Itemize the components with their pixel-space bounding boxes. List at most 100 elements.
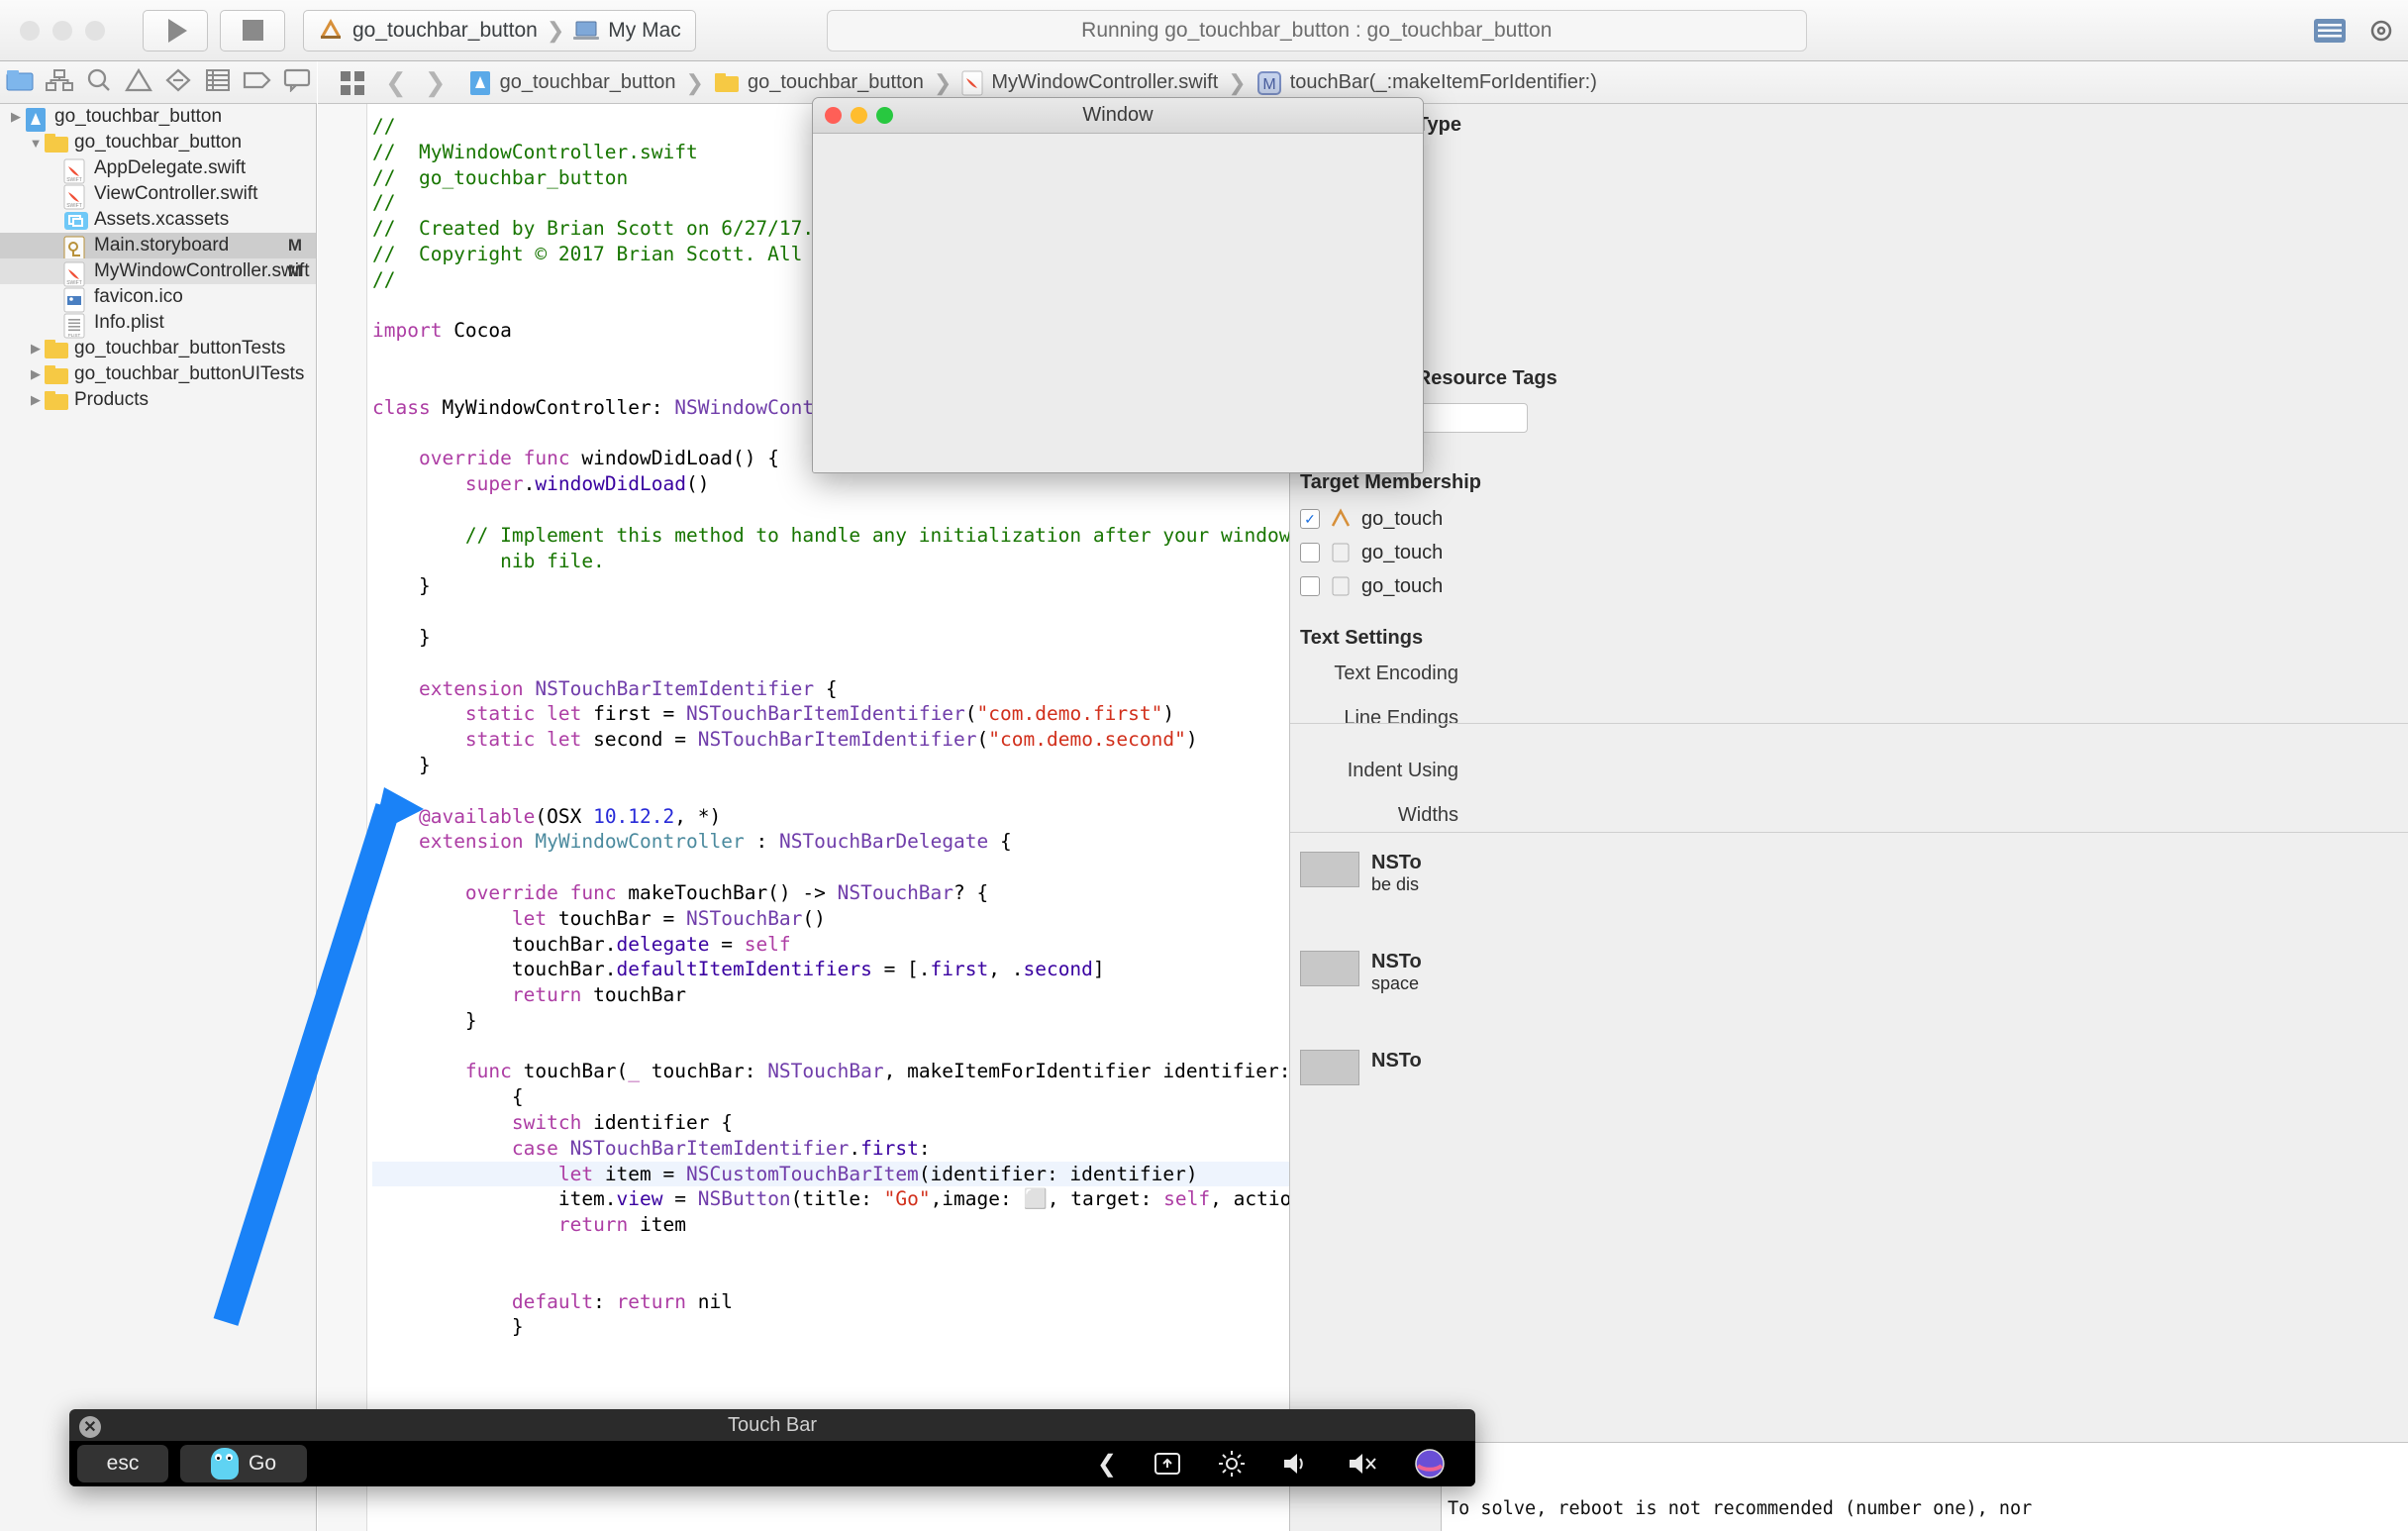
disclosure-triangle[interactable]: ▶: [28, 366, 44, 382]
code-line[interactable]: [372, 778, 1289, 804]
breadcrumb-item-0[interactable]: go_touchbar_button: [468, 70, 676, 96]
code-line[interactable]: touchBar.defaultItemIdentifiers = [.firs…: [372, 957, 1289, 982]
checkbox-unchecked[interactable]: [1300, 543, 1320, 562]
code-line[interactable]: let touchBar = NSTouchBar(): [372, 906, 1289, 932]
code-line[interactable]: [372, 599, 1289, 625]
navigator-list[interactable]: ▶ go_touchbar_button ▼ go_touchbar_button SW…: [0, 104, 316, 413]
chevron-right-icon[interactable]: ❯: [425, 67, 447, 98]
code-line[interactable]: override func makeTouchBar() -> NSTouchB…: [372, 880, 1289, 906]
zoom-button[interactable]: [85, 20, 105, 41]
siri-icon[interactable]: [1414, 1448, 1446, 1480]
navigator-row[interactable]: SWIFT AppDelegate.swift: [0, 155, 316, 184]
navigator-row[interactable]: Assets.xcassets: [0, 207, 316, 233]
debug-console[interactable]: To solve, reboot is not recommended (num…: [1441, 1442, 2408, 1531]
run-button[interactable]: [143, 9, 208, 51]
code-line[interactable]: // Implement this method to handle any i…: [372, 523, 1289, 549]
esc-key[interactable]: esc: [77, 1445, 168, 1482]
list-icon[interactable]: [198, 68, 238, 97]
library-item-0[interactable]: NSTo be dis: [1290, 842, 1432, 905]
close-icon[interactable]: ✕: [79, 1416, 101, 1438]
volume-icon[interactable]: [1281, 1451, 1311, 1477]
expand-icon[interactable]: [1153, 1451, 1182, 1477]
related-items-icon[interactable]: [340, 70, 367, 96]
code-line[interactable]: static let first = NSTouchBarItemIdentif…: [372, 701, 1289, 727]
go-button[interactable]: Go: [180, 1445, 307, 1482]
code-line[interactable]: func touchBar(_ touchBar: NSTouchBar, ma…: [372, 1059, 1289, 1084]
target-member-row-0[interactable]: ✓ go_touch: [1290, 502, 2408, 536]
code-line[interactable]: switch identifier {: [372, 1110, 1289, 1136]
code-line[interactable]: }: [372, 625, 1289, 651]
library-item-1[interactable]: NSTo space: [1290, 941, 1432, 1004]
touch-bar-strip[interactable]: esc Go ❮: [69, 1441, 1475, 1486]
inspector-row-line-endings[interactable]: Line Endings: [1290, 702, 2408, 735]
brightness-icon[interactable]: [1218, 1450, 1246, 1478]
code-line[interactable]: }: [372, 1314, 1289, 1340]
mute-icon[interactable]: [1347, 1451, 1378, 1477]
navigator-toolbar[interactable]: [0, 61, 317, 104]
app-window[interactable]: Window: [812, 97, 1424, 473]
toolbar-right-controls[interactable]: [2313, 18, 2394, 44]
chevron-left-icon[interactable]: ❮: [1097, 1450, 1117, 1479]
library-item-2[interactable]: NSTo: [1290, 1040, 1432, 1095]
target-member-row-1[interactable]: go_touch: [1290, 536, 2408, 569]
disclosure-triangle[interactable]: ▶: [28, 392, 44, 408]
code-line[interactable]: [372, 855, 1289, 880]
hierarchy-icon[interactable]: [40, 68, 79, 97]
code-line[interactable]: let item = NSCustomTouchBarItem(identifi…: [372, 1161, 1289, 1187]
navigator-row[interactable]: ▶ Products: [0, 387, 316, 413]
disclosure-triangle[interactable]: ▶: [8, 109, 24, 125]
stop-button[interactable]: [220, 9, 285, 51]
issue-icon[interactable]: [158, 67, 198, 98]
checkbox-unchecked[interactable]: [1300, 576, 1320, 596]
code-line[interactable]: [372, 651, 1289, 676]
code-line[interactable]: @available(OSX 10.12.2, *): [372, 804, 1289, 830]
disclosure-triangle[interactable]: ▶: [28, 341, 44, 357]
inspector-row-widths[interactable]: Widths: [1290, 799, 2408, 832]
code-line[interactable]: static let second = NSTouchBarItemIdenti…: [372, 727, 1289, 753]
gear-icon[interactable]: [2368, 18, 2394, 44]
code-line[interactable]: case NSTouchBarItemIdentifier.first:: [372, 1136, 1289, 1162]
inspector-row-type[interactable]: Type: [1290, 177, 2408, 210]
disclosure-triangle[interactable]: ▼: [28, 136, 44, 151]
breadcrumb-item-2[interactable]: MyWindowController.swift: [961, 70, 1218, 96]
app-window-content[interactable]: [813, 134, 1423, 472]
navigator-row[interactable]: favicon.ico: [0, 284, 316, 313]
code-line[interactable]: return item: [372, 1212, 1289, 1238]
navigator-row[interactable]: ▶ go_touchbar_buttonTests: [0, 336, 316, 361]
code-line[interactable]: nib file.: [372, 549, 1289, 574]
navigator-row[interactable]: Main.storyboard M: [0, 233, 316, 261]
code-line[interactable]: extension NSTouchBarItemIdentifier {: [372, 676, 1289, 702]
file-inspector[interactable]: Identity and Type Name Type Location Ful…: [1289, 104, 2408, 1531]
window-traffic-lights[interactable]: [20, 20, 105, 41]
inspector-row-fullpath[interactable]: Full Path: [1290, 270, 2408, 303]
breadcrumb-item-3[interactable]: M touchBar(_:makeItemForIdentifier:): [1256, 70, 1597, 96]
code-line[interactable]: return touchBar: [372, 982, 1289, 1008]
navigator-row[interactable]: ▶ go_touchbar_buttonUITests: [0, 361, 316, 387]
warning-icon[interactable]: [119, 67, 158, 98]
touch-bar-simulator[interactable]: ✕ Touch Bar esc Go ❮: [69, 1409, 1475, 1486]
code-line[interactable]: }: [372, 573, 1289, 599]
comment-icon[interactable]: [277, 68, 317, 97]
breadcrumb-item-1[interactable]: go_touchbar_button: [714, 71, 924, 94]
navigator-row[interactable]: SWIFT MyWindowController.swift M: [0, 258, 316, 287]
code-line[interactable]: extension MyWindowController : NSTouchBa…: [372, 829, 1289, 855]
inspector-row-indent-using[interactable]: Indent Using: [1290, 755, 2408, 787]
chevron-left-icon[interactable]: ❮: [385, 67, 407, 98]
code-line[interactable]: [372, 1034, 1289, 1060]
code-line[interactable]: default: return nil: [372, 1289, 1289, 1315]
inspector-row-location[interactable]: Location: [1290, 224, 2408, 256]
code-line[interactable]: }: [372, 1008, 1289, 1034]
navigator-row[interactable]: ▶ go_touchbar_button: [0, 104, 316, 132]
minimize-button[interactable]: [52, 20, 72, 41]
code-line[interactable]: {: [372, 1084, 1289, 1110]
close-button[interactable]: [20, 20, 40, 41]
navigator-row[interactable]: SWIFT ViewController.swift: [0, 181, 316, 210]
navigator-row[interactable]: ▼ go_touchbar_button: [0, 130, 316, 155]
code-line[interactable]: super.windowDidLoad(): [372, 471, 1289, 497]
code-line[interactable]: [372, 1264, 1289, 1289]
target-member-row-2[interactable]: go_touch: [1290, 569, 2408, 603]
folder-icon[interactable]: [0, 68, 40, 97]
code-line[interactable]: [372, 1238, 1289, 1264]
editor-mode-icon[interactable]: [2313, 18, 2347, 44]
search-icon[interactable]: [79, 67, 119, 98]
